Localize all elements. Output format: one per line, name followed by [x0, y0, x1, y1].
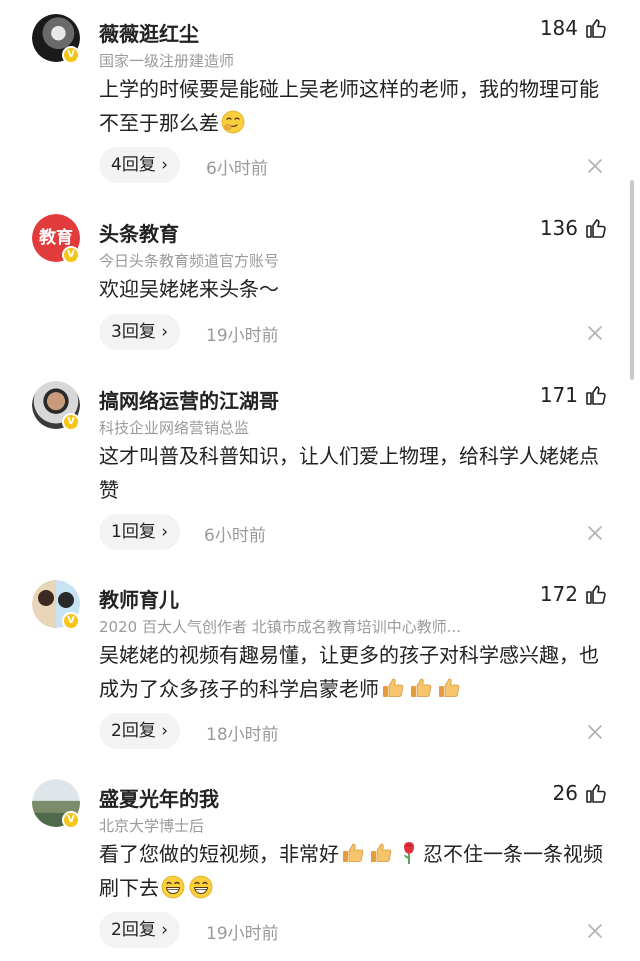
- comment-body: 吴姥姥的视频有趣易懂，让更多的孩子对科学感兴趣，也成为了众多孩子的科学启蒙老师: [99, 638, 609, 706]
- chevron-right-icon: ›: [161, 920, 169, 940]
- comment-text: 上学的时候要是能碰上吴老师这样的老师，我的物理可能不至于那么差: [99, 77, 599, 135]
- verified-badge-icon: V: [62, 246, 80, 264]
- replies-label: 3回复: [111, 322, 156, 342]
- chevron-right-icon: ›: [161, 155, 169, 175]
- comment-time: 6小时前: [206, 159, 268, 179]
- replies-label: 1回复: [111, 522, 156, 542]
- author-subtitle: 北京大学博士后: [99, 817, 205, 835]
- like-count: 171: [539, 383, 578, 407]
- replies-button[interactable]: 2回复 ›: [99, 713, 181, 749]
- thumbs-up-emoji-icon: [381, 676, 405, 700]
- comment-author[interactable]: 教师育儿: [99, 584, 179, 613]
- grin-emoji-icon: [161, 875, 185, 899]
- replies-label: 4回复: [111, 155, 156, 175]
- comment-body: 欢迎吴姥姥来头条～: [99, 277, 279, 301]
- like-button[interactable]: 184: [540, 16, 608, 40]
- comment-body: 上学的时候要是能碰上吴老师这样的老师，我的物理可能不至于那么差: [99, 72, 609, 140]
- author-subtitle: 科技企业网络营销总监: [99, 419, 250, 437]
- chevron-right-icon: ›: [161, 322, 169, 342]
- replies-button[interactable]: 4回复 ›: [99, 147, 181, 183]
- verified-badge-icon: V: [62, 612, 80, 630]
- close-icon[interactable]: [588, 724, 602, 738]
- thumbs-up-emoji-icon: [341, 841, 365, 865]
- like-button[interactable]: 136: [540, 216, 608, 240]
- like-button[interactable]: 26: [553, 781, 608, 805]
- thumbs-up-emoji-icon: [409, 676, 433, 700]
- thumbs-up-icon: [584, 781, 608, 805]
- comment-author[interactable]: 搞网络运营的江湖哥: [99, 385, 279, 414]
- verified-badge-icon: V: [62, 811, 80, 829]
- rose-emoji-icon: [397, 841, 421, 865]
- author-subtitle: 国家一级注册建造师: [99, 52, 235, 70]
- thumbs-up-icon: [584, 16, 608, 40]
- replies-label: 2回复: [111, 920, 156, 940]
- comment-time: 19小时前: [206, 924, 279, 944]
- comment-time: 18小时前: [206, 725, 279, 745]
- replies-button[interactable]: 3回复 ›: [99, 314, 181, 350]
- replies-label: 2回复: [111, 721, 156, 741]
- scrollbar[interactable]: [630, 180, 634, 380]
- verified-badge-icon: V: [62, 46, 80, 64]
- like-count: 172: [539, 582, 578, 606]
- chevron-right-icon: ›: [161, 522, 169, 542]
- comment-author[interactable]: 头条教育: [99, 218, 179, 247]
- snicker-emoji-icon: [221, 110, 245, 134]
- like-count: 26: [552, 781, 578, 805]
- comment-author[interactable]: 盛夏光年的我: [99, 783, 219, 812]
- thumbs-up-icon: [584, 383, 608, 407]
- author-subtitle: 今日头条教育频道官方账号: [99, 252, 280, 270]
- close-icon[interactable]: [588, 158, 602, 172]
- thumbs-up-emoji-icon: [369, 841, 393, 865]
- close-icon[interactable]: [588, 923, 602, 937]
- comment-text: 看了您做的短视频，非常好: [99, 842, 339, 866]
- comment-body: 看了您做的短视频，非常好 忍不住一条一条视频刷下去: [99, 837, 609, 905]
- like-button[interactable]: 172: [540, 582, 608, 606]
- chevron-right-icon: ›: [161, 721, 169, 741]
- thumbs-up-icon: [584, 582, 608, 606]
- comment-author[interactable]: 薇薇逛红尘: [99, 18, 199, 47]
- like-button[interactable]: 171: [540, 383, 608, 407]
- comment-time: 6小时前: [204, 526, 266, 546]
- comment-time: 19小时前: [206, 326, 279, 346]
- thumbs-up-emoji-icon: [437, 676, 461, 700]
- comment-body: 这才叫普及科普知识，让人们爱上物理，给科学人姥姥点赞: [99, 444, 599, 502]
- like-count: 136: [539, 216, 578, 240]
- replies-button[interactable]: 2回复 ›: [99, 912, 181, 948]
- like-count: 184: [539, 16, 578, 40]
- grin-emoji-icon: [189, 875, 213, 899]
- comment-text: 吴姥姥的视频有趣易懂，让更多的孩子对科学感兴趣，也成为了众多孩子的科学启蒙老师: [99, 643, 599, 701]
- verified-badge-icon: V: [62, 413, 80, 431]
- close-icon[interactable]: [588, 525, 602, 539]
- replies-button[interactable]: 1回复 ›: [99, 514, 181, 550]
- thumbs-up-icon: [584, 216, 608, 240]
- close-icon[interactable]: [588, 325, 602, 339]
- author-subtitle: 2020 百大人气创作者 北镇市成名教育培训中心教师...: [99, 618, 462, 636]
